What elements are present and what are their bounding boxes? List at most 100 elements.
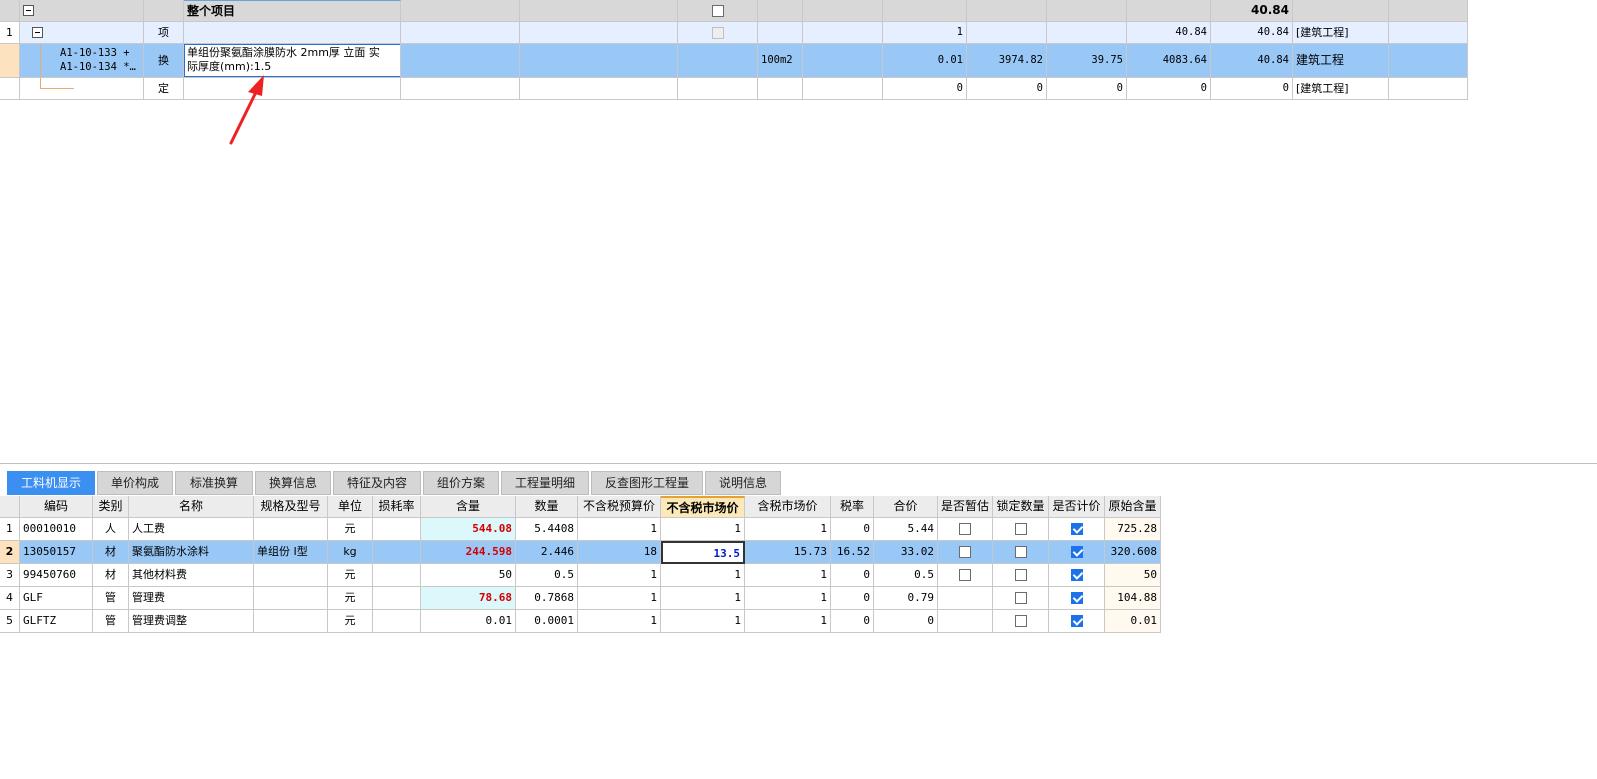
tab-labor-material-machine[interactable]: 工料机显示 [7, 471, 95, 495]
header-quantity[interactable]: 数量 [516, 496, 578, 518]
header-budget-price[interactable]: 不含税预算价 [578, 496, 661, 518]
market-price-editor[interactable]: 13.5 [661, 541, 745, 564]
item-checkbox[interactable] [711, 27, 724, 39]
checkbox-checked-icon[interactable] [1070, 523, 1083, 535]
loss-rate-cell[interactable] [373, 541, 421, 564]
checkbox-checked-icon[interactable] [1070, 569, 1083, 581]
market-price-tax-cell[interactable]: 1 [745, 610, 831, 633]
header-code[interactable]: 编码 [20, 496, 93, 518]
checkbox-unchecked-icon[interactable] [959, 546, 971, 558]
loss-rate-cell[interactable] [373, 518, 421, 541]
type-cell: 定 [144, 78, 184, 100]
code-cell[interactable]: GLF [20, 587, 93, 610]
name-cell[interactable] [184, 78, 401, 100]
unit-cell: 元 [328, 518, 373, 541]
market-price-cell[interactable]: 1 [661, 564, 745, 587]
loss-rate-cell[interactable] [373, 610, 421, 633]
collapse-icon[interactable] [32, 27, 43, 38]
market-price-tax-cell[interactable]: 15.73 [745, 541, 831, 564]
market-price-cell[interactable]: 1 [661, 518, 745, 541]
tab-pricing-scheme[interactable]: 组价方案 [423, 471, 499, 495]
header-name[interactable]: 名称 [129, 496, 254, 518]
header-checkbox[interactable] [711, 5, 724, 17]
checkbox-checked-icon[interactable] [1070, 615, 1083, 627]
spec-cell[interactable] [254, 587, 328, 610]
header-tax-rate[interactable]: 税率 [831, 496, 874, 518]
header-spec[interactable]: 规格及型号 [254, 496, 328, 518]
header-category[interactable]: 类别 [93, 496, 129, 518]
header-priced[interactable]: 是否计价 [1049, 496, 1105, 518]
header-market-price[interactable]: 不含税市场价 [661, 496, 745, 518]
header-market-price-tax[interactable]: 含税市场价 [745, 496, 831, 518]
code-cell[interactable]: 13050157 [20, 541, 93, 564]
header-provisional[interactable]: 是否暂估 [938, 496, 993, 518]
spec-cell[interactable] [254, 610, 328, 633]
tab-quantity-details[interactable]: 工程量明细 [501, 471, 589, 495]
tax-rate-cell[interactable]: 16.52 [831, 541, 874, 564]
tax-rate-cell[interactable]: 0 [831, 587, 874, 610]
priced-cell [1049, 564, 1105, 587]
item-code[interactable]: A1-10-133 + A1-10-134 *… [60, 46, 136, 74]
tax-rate-cell[interactable]: 0 [831, 610, 874, 633]
tax-rate-cell[interactable]: 0 [831, 564, 874, 587]
checkbox-unchecked-icon[interactable] [1014, 615, 1027, 627]
name-cell[interactable]: 管理费调整 [129, 610, 254, 633]
market-price-cell[interactable]: 1 [661, 587, 745, 610]
item-row[interactable]: 1 项 1 40.84 40.84 [建筑工程] [0, 22, 1468, 44]
checkbox-unchecked-icon[interactable] [1014, 569, 1027, 581]
category-cell: 人 [93, 518, 129, 541]
content-cell[interactable]: 544.08 [421, 518, 516, 541]
header-total[interactable]: 合价 [874, 496, 938, 518]
market-price-tax-cell[interactable]: 1 [745, 518, 831, 541]
market-price-tax-cell[interactable]: 1 [745, 587, 831, 610]
tab-conversion-info[interactable]: 换算信息 [255, 471, 331, 495]
name-cell[interactable]: 聚氨酯防水涂料 [129, 541, 254, 564]
checkbox-unchecked-icon[interactable] [959, 569, 971, 581]
content-cell[interactable]: 0.01 [421, 610, 516, 633]
checkbox-checked-icon[interactable] [1070, 546, 1083, 558]
project-summary-row[interactable]: 整个项目 40.84 [0, 0, 1468, 22]
item-name-editor[interactable]: 单组份聚氨酯涂膜防水 2mm厚 立面 实 际厚度(mm):1.5 [184, 44, 400, 77]
header-lock-qty[interactable]: 锁定数量 [993, 496, 1049, 518]
spec-cell[interactable] [254, 564, 328, 587]
loss-rate-cell[interactable] [373, 587, 421, 610]
market-price-tax-cell[interactable]: 1 [745, 564, 831, 587]
tax-rate-cell[interactable]: 0 [831, 518, 874, 541]
lock-qty-cell [993, 518, 1049, 541]
priced-cell [1049, 541, 1105, 564]
checkbox-unchecked-icon[interactable] [1014, 592, 1027, 604]
quantity-cell[interactable]: 0 [883, 78, 967, 100]
spec-cell[interactable]: 单组份 I型 [254, 541, 328, 564]
provisional-cell [938, 587, 993, 610]
tab-reverse-lookup-quantity[interactable]: 反查图形工程量 [591, 471, 703, 495]
code-cell[interactable]: 99450760 [20, 564, 93, 587]
panel-splitter[interactable] [0, 463, 1597, 464]
tab-description-info[interactable]: 说明信息 [705, 471, 781, 495]
name-cell[interactable]: 其他材料费 [129, 564, 254, 587]
code-cell[interactable]: GLFTZ [20, 610, 93, 633]
content-cell[interactable]: 244.598 [421, 541, 516, 564]
header-content[interactable]: 含量 [421, 496, 516, 518]
tab-standard-conversion[interactable]: 标准换算 [175, 471, 253, 495]
checkbox-unchecked-icon[interactable] [1014, 546, 1027, 558]
content-cell[interactable]: 78.68 [421, 587, 516, 610]
quantity-cell[interactable]: 1 [883, 22, 967, 44]
code-cell[interactable]: 00010010 [20, 518, 93, 541]
collapse-icon[interactable] [23, 5, 34, 16]
tab-unit-price-composition[interactable]: 单价构成 [97, 471, 173, 495]
tab-features-content[interactable]: 特征及内容 [333, 471, 421, 495]
checkbox-unchecked-icon[interactable] [959, 523, 971, 535]
header-unit[interactable]: 单位 [328, 496, 373, 518]
market-price-cell[interactable]: 1 [661, 610, 745, 633]
header-original-content[interactable]: 原始含量 [1105, 496, 1161, 518]
spec-cell[interactable] [254, 518, 328, 541]
loss-rate-cell[interactable] [373, 564, 421, 587]
name-cell[interactable] [184, 22, 401, 44]
name-cell[interactable]: 管理费 [129, 587, 254, 610]
name-cell[interactable]: 人工费 [129, 518, 254, 541]
content-cell[interactable]: 50 [421, 564, 516, 587]
quantity-cell[interactable]: 0.01 [883, 44, 967, 78]
checkbox-unchecked-icon[interactable] [1014, 523, 1027, 535]
checkbox-checked-icon[interactable] [1070, 592, 1083, 604]
header-loss-rate[interactable]: 损耗率 [373, 496, 421, 518]
